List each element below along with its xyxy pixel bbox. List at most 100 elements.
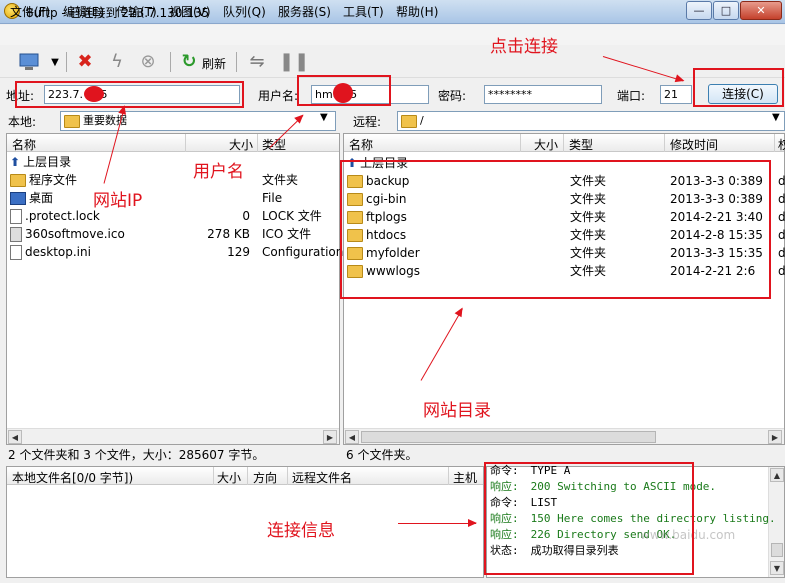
menu-edit[interactable]: 编辑(E) xyxy=(63,3,104,20)
menu-file[interactable]: 文件(F) xyxy=(10,3,50,20)
lightning-icon[interactable]: ϟ xyxy=(106,51,128,73)
scroll-right-icon[interactable]: ▶ xyxy=(768,430,782,444)
annotation-site-ip: 网站IP xyxy=(93,191,143,211)
item-name: 程序文件 xyxy=(29,173,78,187)
ico-file-icon xyxy=(10,227,22,242)
scroll-right-icon[interactable]: ▶ xyxy=(323,430,337,444)
remote-path-label: 远程: xyxy=(353,115,382,129)
scroll-down-icon[interactable]: ▼ xyxy=(770,561,784,575)
remote-list-header: 名称 大小 类型 修改时间 权 xyxy=(344,134,785,153)
username-label: 用户名: xyxy=(258,89,299,103)
annotation-username: 用户名 xyxy=(193,162,244,182)
highlight-username xyxy=(297,75,391,106)
item-name: 桌面 xyxy=(29,191,54,205)
highlight-directory xyxy=(340,160,771,299)
col-extra[interactable]: 权 xyxy=(778,136,785,153)
list-item[interactable]: .protect.lock xyxy=(10,207,100,225)
column-divider xyxy=(563,134,564,152)
local-path-label: 本地: xyxy=(8,115,37,129)
file-icon xyxy=(10,245,22,260)
scroll-thumb[interactable] xyxy=(361,431,656,443)
toolbar-separator xyxy=(66,52,67,72)
list-item[interactable]: desktop.ini xyxy=(10,243,91,261)
pause-icon[interactable]: ❚❚ xyxy=(279,51,309,73)
menu-queue[interactable]: 队列(Q) xyxy=(223,3,266,20)
column-divider xyxy=(448,467,449,485)
item-name: .protect.lock xyxy=(25,209,100,223)
scroll-left-icon[interactable]: ◀ xyxy=(345,430,359,444)
folder-icon xyxy=(401,114,417,128)
queue-header: 本地文件名[0/0 字节]) 大小 方向 远程文件名 主机 xyxy=(7,467,483,485)
horizontal-scrollbar[interactable]: ◀ ▶ xyxy=(344,428,784,444)
remote-path-value: / xyxy=(420,114,424,127)
transfer-icon[interactable]: ⇋ xyxy=(246,51,268,73)
item-size: 129 xyxy=(227,245,250,259)
column-divider xyxy=(664,134,665,152)
menu-server[interactable]: 服务器(S) xyxy=(278,3,331,20)
refresh-button-label[interactable]: 刷新 xyxy=(202,55,226,72)
local-status: 2 个文件夹和 3 个文件，大小：285607 字节。 xyxy=(8,446,338,462)
port-input[interactable]: 21 xyxy=(660,85,692,104)
col-direction[interactable]: 方向 xyxy=(253,469,277,486)
col-modified[interactable]: 修改时间 xyxy=(670,136,718,153)
horizontal-scrollbar[interactable]: ◀ ▶ xyxy=(7,428,339,444)
site-manager-icon[interactable] xyxy=(18,52,40,74)
minimize-button[interactable]: — xyxy=(686,1,712,20)
highlight-address xyxy=(15,81,244,108)
item-size: 0 xyxy=(242,209,250,223)
col-remote-name[interactable]: 远程文件名 xyxy=(292,469,352,486)
menu-tools[interactable]: 工具(T) xyxy=(343,3,384,20)
menu-transfer[interactable]: 传输(T) xyxy=(116,3,157,20)
remote-status: 6 个文件夹。 xyxy=(346,446,776,462)
col-type[interactable]: 类型 xyxy=(262,136,286,153)
col-name[interactable]: 名称 xyxy=(12,136,36,153)
item-perm: d xyxy=(778,210,785,224)
scroll-up-icon[interactable]: ▲ xyxy=(770,468,784,482)
password-label: 密码: xyxy=(438,89,467,103)
highlight-connect xyxy=(693,68,784,107)
item-type: 文件夹 xyxy=(262,173,299,187)
item-perm: d xyxy=(778,264,785,278)
dropdown-arrow-icon[interactable]: ▼ xyxy=(44,52,66,74)
list-item[interactable]: 桌面 xyxy=(10,189,53,207)
col-host[interactable]: 主机 xyxy=(453,469,477,486)
column-divider xyxy=(247,467,248,485)
item-type: File xyxy=(262,191,283,205)
arrow-icon xyxy=(398,519,477,527)
col-type[interactable]: 类型 xyxy=(569,136,593,153)
maximize-button[interactable]: □ xyxy=(713,1,739,20)
column-divider xyxy=(257,134,258,152)
column-divider xyxy=(287,467,288,485)
refresh-icon[interactable]: ↻ xyxy=(178,51,200,73)
scroll-thumb[interactable] xyxy=(771,543,783,557)
col-name[interactable]: 名称 xyxy=(349,136,373,153)
scroll-left-icon[interactable]: ◀ xyxy=(8,430,22,444)
column-divider xyxy=(774,134,775,152)
list-item[interactable]: 360softmove.ico xyxy=(10,225,125,243)
menu-help[interactable]: 帮助(H) xyxy=(396,3,438,20)
desktop-icon xyxy=(10,192,26,205)
col-size[interactable]: 大小 xyxy=(217,469,241,486)
item-name: desktop.ini xyxy=(25,245,91,259)
col-size[interactable]: 大小 xyxy=(534,136,558,153)
toolbar-separator xyxy=(236,52,237,72)
menu-view[interactable]: 视图(V) xyxy=(169,3,211,20)
col-local-name[interactable]: 本地文件名[0/0 字节]) xyxy=(12,469,133,486)
col-size[interactable]: 大小 xyxy=(229,136,253,153)
close-button[interactable]: ✕ xyxy=(740,1,782,20)
chevron-down-icon[interactable]: ▼ xyxy=(772,112,780,123)
column-divider xyxy=(520,134,521,152)
file-icon xyxy=(10,209,22,224)
item-name: 360softmove.ico xyxy=(25,227,125,241)
item-perm: d xyxy=(778,246,785,260)
password-input[interactable]: ******** xyxy=(484,85,602,104)
stop-icon[interactable]: ⊗ xyxy=(137,51,159,73)
chevron-down-icon[interactable]: ▼ xyxy=(320,112,328,123)
disconnect-icon[interactable]: ✖ xyxy=(74,51,96,73)
remote-path-select[interactable]: / xyxy=(397,111,785,131)
local-path-select[interactable]: 重要数据 xyxy=(60,111,336,131)
list-item[interactable]: ⬆ 上层目录 xyxy=(10,153,71,171)
transfer-queue[interactable]: 本地文件名[0/0 字节]) 大小 方向 远程文件名 主机 xyxy=(6,466,484,578)
item-perm: d xyxy=(778,192,785,206)
list-item[interactable]: 程序文件 xyxy=(10,171,77,189)
